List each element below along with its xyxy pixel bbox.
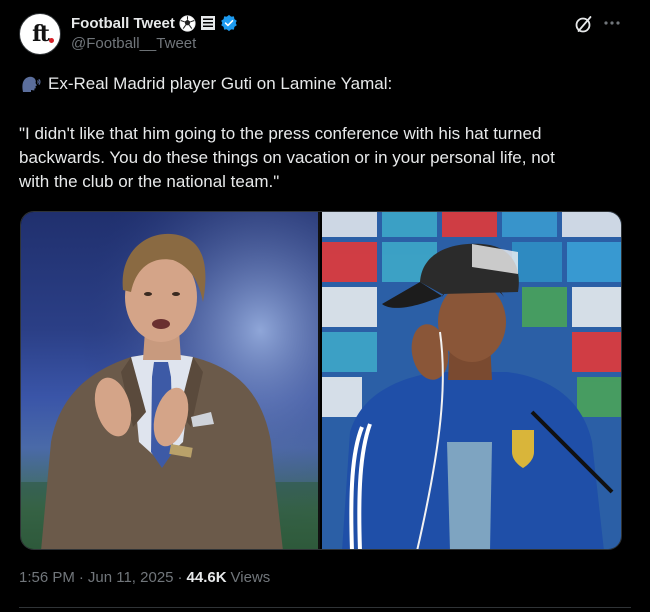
verified-badge-icon <box>221 14 237 32</box>
more-icon[interactable] <box>601 13 623 33</box>
tweet-quote-line: backwards. You do these things on vacati… <box>19 148 555 167</box>
tweet-date[interactable]: Jun 11, 2025 <box>88 569 174 586</box>
grok-icon[interactable] <box>574 14 594 34</box>
speaking-head-icon <box>22 76 41 92</box>
list-icon <box>200 16 215 30</box>
tweet-intro-line: Ex-Real Madrid player Guti on Lamine Yam… <box>19 72 629 96</box>
tweet-meta: 1:56 PM · Jun 11, 2025 · 44.6K Views <box>19 569 270 586</box>
views-count: 44.6K <box>186 569 227 586</box>
photo-guti-illustration <box>21 212 319 549</box>
bottom-divider <box>19 607 631 608</box>
tweet-intro-text: Ex-Real Madrid player Guti on Lamine Yam… <box>48 74 393 93</box>
meta-separator: · <box>177 569 183 586</box>
avatar-logo-dot <box>49 38 54 43</box>
tweet-media[interactable] <box>20 211 622 550</box>
tweet-quote: "I didn't like that him going to the pre… <box>19 122 629 194</box>
media-divider <box>318 212 320 549</box>
tweet-time[interactable]: 1:56 PM <box>19 569 75 586</box>
soccer-ball-icon <box>179 14 196 32</box>
avatar-logo-text: ft <box>32 21 50 47</box>
author-handle[interactable]: @Football__Tweet <box>71 35 196 52</box>
photo-yamal[interactable] <box>322 212 621 549</box>
author-name-row: Football Tweet <box>71 13 238 33</box>
photo-yamal-illustration <box>322 212 621 549</box>
views-label: Views <box>230 569 271 586</box>
author-display-name[interactable]: Football Tweet <box>71 15 175 32</box>
avatar[interactable]: ft <box>19 13 61 55</box>
tweet[interactable]: ft Football Tweet @Football__Tweet Ex-Re… <box>0 0 650 612</box>
tweet-quote-line: "I didn't like that him going to the pre… <box>19 124 542 143</box>
photo-guti[interactable] <box>21 212 319 549</box>
meta-separator: · <box>78 569 84 586</box>
tweet-quote-line: with the club or the national team." <box>19 172 280 191</box>
